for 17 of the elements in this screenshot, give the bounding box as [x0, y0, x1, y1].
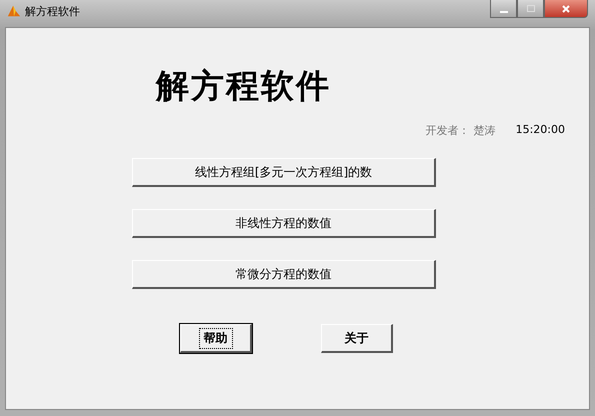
dialog-button[interactable]: 帮助: [180, 324, 252, 353]
maximize-button[interactable]: [517, 0, 544, 18]
menu-button[interactable]: 常微分方程的数值: [132, 260, 436, 289]
dialog-button[interactable]: 关于: [321, 324, 393, 353]
minimize-button[interactable]: [490, 0, 517, 18]
menu-button[interactable]: 线性方程组[多元一次方程组]的数: [132, 158, 436, 187]
developer-label: 开发者：: [426, 123, 470, 138]
peak-icon: [7, 4, 21, 18]
maximize-icon: [526, 4, 536, 14]
developer-name: 楚涛: [474, 123, 496, 138]
close-button[interactable]: [544, 0, 588, 18]
minimize-icon: [500, 10, 508, 12]
clock-time: 15:20:00: [516, 123, 565, 138]
app-heading: 解方程软件: [156, 65, 332, 107]
menu-button[interactable]: 非线性方程的数值: [132, 209, 436, 238]
close-icon: [561, 4, 571, 14]
window-title: 解方程软件: [25, 4, 80, 19]
